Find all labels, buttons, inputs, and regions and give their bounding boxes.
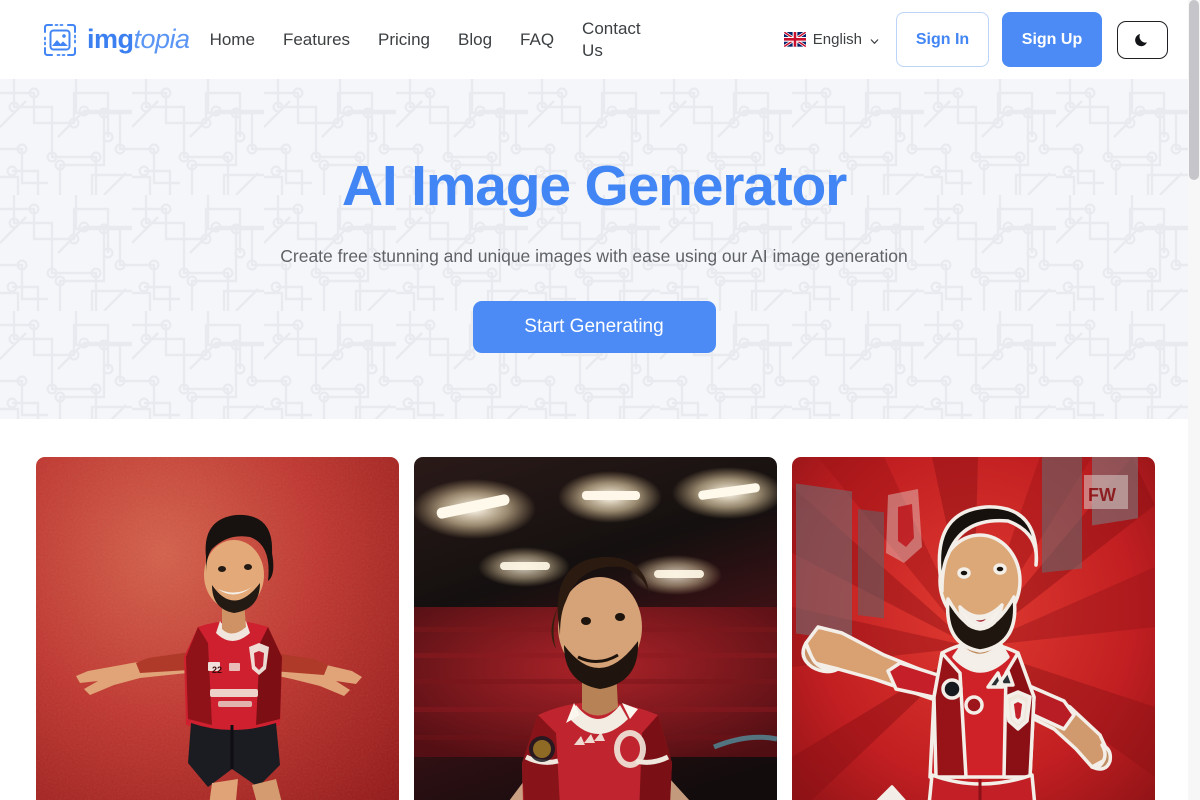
sign-up-button[interactable]: Sign Up xyxy=(1002,12,1102,67)
page-root: imgtopia Home Features Pricing Blog FAQ … xyxy=(0,0,1200,800)
sign-in-button[interactable]: Sign In xyxy=(896,12,989,67)
site-header: imgtopia Home Features Pricing Blog FAQ … xyxy=(0,0,1188,79)
header-actions: English Sign In Sign Up xyxy=(783,12,1168,67)
svg-text:22: 22 xyxy=(212,665,222,675)
moon-icon xyxy=(1134,31,1151,48)
uk-flag-icon xyxy=(783,32,806,47)
brand-name-secondary: topia xyxy=(133,24,191,54)
image-gallery: 22 FW xyxy=(0,419,1188,800)
language-label: English xyxy=(812,31,862,48)
brand-name: imgtopia xyxy=(87,26,190,53)
nav-item-contact-us[interactable]: Contact Us xyxy=(568,18,654,61)
hero-section: AI Image Generator Create free stunning … xyxy=(0,79,1188,419)
language-selector[interactable]: English xyxy=(783,31,880,48)
svg-text:FW: FW xyxy=(1088,485,1116,505)
page-title: AI Image Generator xyxy=(341,154,847,218)
scrollbar-thumb[interactable] xyxy=(1189,0,1199,180)
chevron-down-icon xyxy=(869,34,880,45)
nav-item-home[interactable]: Home xyxy=(196,29,269,50)
hero-subtitle: Create free stunning and unique images w… xyxy=(280,245,908,266)
brand-logo[interactable]: imgtopia xyxy=(42,22,190,58)
gallery-item-footballer-stadium-floodlights[interactable] xyxy=(414,457,777,800)
nav-item-pricing[interactable]: Pricing xyxy=(364,29,444,50)
theme-toggle-button[interactable] xyxy=(1117,20,1168,59)
gallery-item-footballer-red-celebration[interactable]: 22 xyxy=(36,457,399,800)
nav-item-faq[interactable]: FAQ xyxy=(506,29,568,50)
nav-item-features[interactable]: Features xyxy=(269,29,364,50)
gallery-item-footballer-comic-fist[interactable]: FW xyxy=(792,457,1155,800)
brand-name-primary: img xyxy=(87,24,134,54)
hero-content: AI Image Generator Create free stunning … xyxy=(0,79,1188,354)
page-scrollbar[interactable] xyxy=(1188,0,1200,800)
nav-item-blog[interactable]: Blog xyxy=(444,29,506,50)
start-generating-button[interactable]: Start Generating xyxy=(472,301,716,354)
main-navigation: Home Features Pricing Blog FAQ Contact U… xyxy=(196,18,784,61)
image-frame-icon xyxy=(42,22,78,58)
